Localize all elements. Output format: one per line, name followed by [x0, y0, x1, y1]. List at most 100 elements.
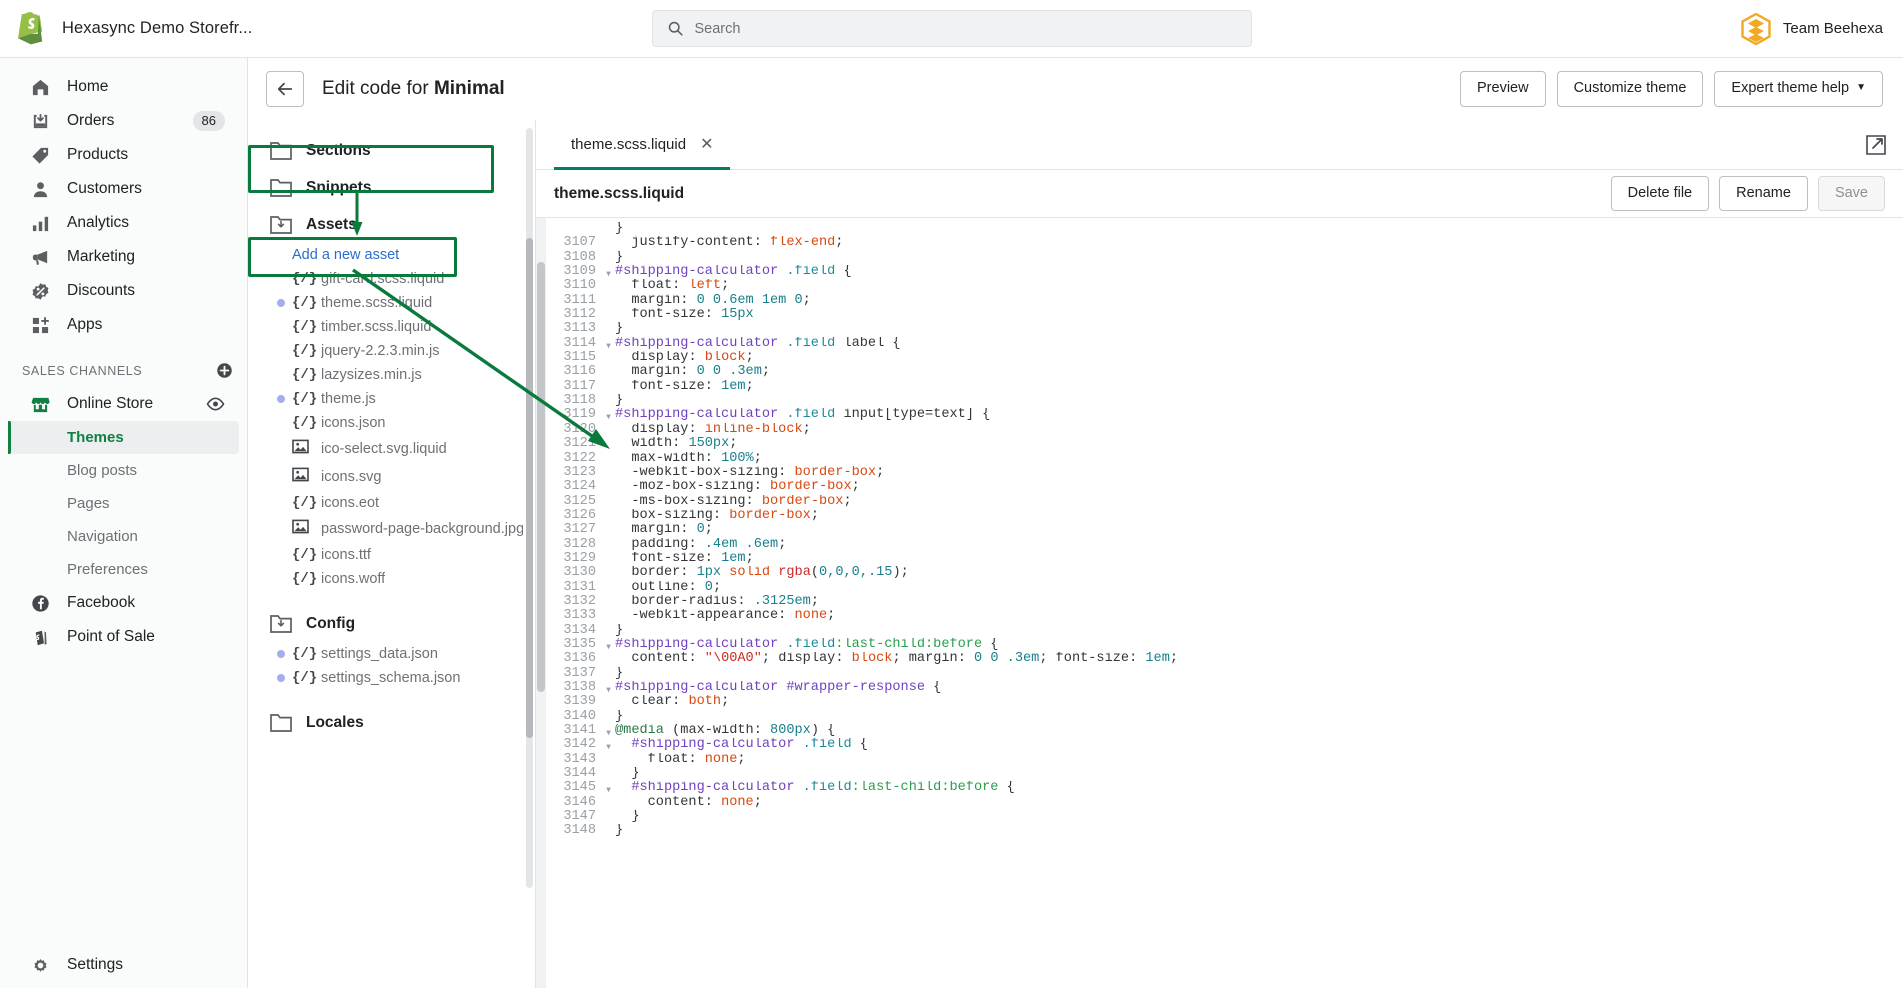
file-row[interactable]: {/} timber.scss.liquid: [248, 315, 535, 339]
sidebar-item-customers[interactable]: Customers: [8, 172, 239, 206]
plus-circle-icon[interactable]: [216, 362, 233, 379]
code-line[interactable]: 3127 margin: 0;: [546, 522, 1903, 537]
code-line[interactable]: 3128 padding: .4em .6em;: [546, 537, 1903, 552]
code-line[interactable]: 3131 outline: 0;: [546, 580, 1903, 595]
file-row[interactable]: ico-select.svg.liquid: [248, 435, 535, 463]
fold-toggle-icon[interactable]: ▼: [602, 681, 615, 695]
code-line[interactable]: 3132 border-radius: .3125em;: [546, 594, 1903, 609]
scrollbar-thumb[interactable]: [526, 238, 533, 738]
sidebar-item-online-store[interactable]: Online Store: [8, 387, 239, 421]
code-line[interactable]: 3125 -ms-box-sizing: border-box;: [546, 494, 1903, 509]
code-line[interactable]: 3111 margin: 0 0.6em 1em 0;: [546, 293, 1903, 308]
code-line[interactable]: 3136 content: "\00A0"; display: block; m…: [546, 651, 1903, 666]
sidebar-item-settings[interactable]: Settings: [8, 954, 239, 988]
fold-toggle-icon[interactable]: ▼: [602, 265, 615, 279]
file-row[interactable]: {/} icons.json: [248, 411, 535, 435]
code-line[interactable]: 3137}: [546, 666, 1903, 681]
file-row[interactable]: {/} theme.scss.liquid: [248, 291, 535, 315]
customize-theme-button[interactable]: Customize theme: [1556, 71, 1704, 107]
sidebar-item-apps[interactable]: Apps: [8, 308, 239, 342]
file-row[interactable]: {/} lazysizes.min.js: [248, 363, 535, 387]
code-line[interactable]: 3148}: [546, 824, 1903, 839]
fold-toggle-icon[interactable]: ▼: [602, 337, 615, 351]
code-line[interactable]: 3123 -webkit-box-sizing: border-box;: [546, 465, 1903, 480]
code-line[interactable]: 3121 width: 150px;: [546, 436, 1903, 451]
folder-config[interactable]: Config: [248, 605, 535, 642]
code-scrollbar[interactable]: [536, 218, 546, 988]
code-line[interactable]: 3133 -webkit-appearance: none;: [546, 608, 1903, 623]
expand-icon[interactable]: [1865, 134, 1887, 156]
code-line[interactable]: 3107 justify-content: flex-end;: [546, 235, 1903, 250]
search-input[interactable]: Search: [651, 10, 1252, 47]
code-line[interactable]: 3120 display: inline-block;: [546, 422, 1903, 437]
rename-button[interactable]: Rename: [1719, 175, 1808, 212]
user-menu[interactable]: Team Beehexa: [1473, 12, 1903, 45]
code-line[interactable]: 3145 ▼ #shipping-calculator .field:last-c…: [546, 781, 1903, 796]
code-line[interactable]: }: [546, 222, 1903, 236]
code-line[interactable]: 3126 box-sizing: border-box;: [546, 508, 1903, 523]
code-line[interactable]: 3138 ▼ #shipping-calculator #wrapper-respo…: [546, 680, 1903, 695]
sidebar-item-navigation[interactable]: Navigation: [8, 520, 239, 553]
file-row[interactable]: password-page-background.jpg: [248, 515, 535, 543]
sidebar-item-themes[interactable]: Themes: [8, 421, 239, 454]
file-row[interactable]: {/} gift-card.scss.liquid: [248, 267, 535, 291]
file-row[interactable]: {/} icons.ttf: [248, 543, 535, 567]
fold-toggle-icon[interactable]: ▼: [602, 638, 615, 652]
sidebar-item-analytics[interactable]: Analytics: [8, 206, 239, 240]
code-line[interactable]: 3146 content: none;: [546, 795, 1903, 810]
sidebar-item-marketing[interactable]: Marketing: [8, 240, 239, 274]
code-line[interactable]: 3134}: [546, 623, 1903, 638]
code-lines[interactable]: } 3107 justify-content: flex-end; 3108} 310…: [546, 218, 1903, 988]
sidebar-item-discounts[interactable]: Discounts: [8, 274, 239, 308]
code-line[interactable]: 3129 font-size: 1em;: [546, 551, 1903, 566]
code-line[interactable]: 3108}: [546, 250, 1903, 265]
eye-icon[interactable]: [206, 397, 225, 411]
code-line[interactable]: 3135 ▼ #shipping-calculator .field:last-ch…: [546, 637, 1903, 652]
sidebar-item-orders[interactable]: Orders 86: [8, 104, 239, 138]
code-line[interactable]: 3114 ▼ #shipping-calculator .field label {: [546, 336, 1903, 351]
code-line[interactable]: 3147 }: [546, 809, 1903, 824]
sidebar-item-facebook[interactable]: Facebook: [8, 586, 239, 620]
code-line[interactable]: 3124 -moz-box-sizing: border-box;: [546, 479, 1903, 494]
code-line[interactable]: 3109 ▼ #shipping-calculator .field {: [546, 264, 1903, 279]
fold-toggle-icon[interactable]: ▼: [602, 408, 615, 422]
expert-theme-help-button[interactable]: Expert theme help ▼: [1714, 71, 1883, 107]
code-line[interactable]: 3118}: [546, 393, 1903, 408]
preview-button[interactable]: Preview: [1460, 71, 1546, 107]
tab-theme-scss-liquid[interactable]: theme.scss.liquid ✕: [554, 120, 731, 170]
sidebar-item-pages[interactable]: Pages: [8, 487, 239, 520]
sidebar-item-home[interactable]: Home: [8, 70, 239, 104]
code-line[interactable]: 3119 ▼ #shipping-calculator .field input[t…: [546, 408, 1903, 423]
file-row[interactable]: {/} settings_schema.json: [248, 666, 535, 690]
code-line[interactable]: 3141 ▼ @media (max-width: 800px) {: [546, 723, 1903, 738]
store-brand[interactable]: Hexasync Demo Storefr...: [0, 12, 430, 45]
file-row[interactable]: {/} settings_data.json: [248, 642, 535, 666]
add-new-asset-link[interactable]: Add a new asset: [248, 243, 535, 267]
folder-snippets[interactable]: Snippets: [248, 169, 535, 206]
code-line[interactable]: 3110 float: left;: [546, 279, 1903, 294]
fold-toggle-icon[interactable]: ▼: [602, 781, 615, 795]
delete-file-button[interactable]: Delete file: [1610, 175, 1710, 212]
code-line[interactable]: 3139 clear: both;: [546, 694, 1903, 709]
fold-toggle-icon[interactable]: ▼: [602, 724, 615, 738]
sidebar-item-preferences[interactable]: Preferences: [8, 553, 239, 586]
back-button[interactable]: [266, 71, 304, 107]
scrollbar-thumb[interactable]: [537, 262, 545, 692]
folder-sections[interactable]: Sections: [248, 132, 535, 169]
code-line[interactable]: 3122 max-width: 100%;: [546, 451, 1903, 466]
file-row[interactable]: icons.svg: [248, 463, 535, 491]
code-line[interactable]: 3115 display: block;: [546, 350, 1903, 365]
code-line[interactable]: 3143 float: none;: [546, 752, 1903, 767]
file-row[interactable]: {/} jquery-2.2.3.min.js: [248, 339, 535, 363]
folder-locales[interactable]: Locales: [248, 704, 535, 741]
code-line[interactable]: 3130 border: 1px solid rgba(0,0,0,.15);: [546, 565, 1903, 580]
file-row[interactable]: {/} icons.eot: [248, 491, 535, 515]
code-line[interactable]: 3142 ▼ #shipping-calculator .field {: [546, 738, 1903, 753]
close-icon[interactable]: ✕: [700, 136, 713, 153]
file-tree-scrollbar[interactable]: [526, 128, 533, 888]
sidebar-item-point-of-sale[interactable]: Point of Sale: [8, 620, 239, 654]
code-line[interactable]: 3144 }: [546, 766, 1903, 781]
sidebar-item-blog-posts[interactable]: Blog posts: [8, 454, 239, 487]
file-row[interactable]: {/} theme.js: [248, 387, 535, 411]
code-line[interactable]: 3117 font-size: 1em;: [546, 379, 1903, 394]
